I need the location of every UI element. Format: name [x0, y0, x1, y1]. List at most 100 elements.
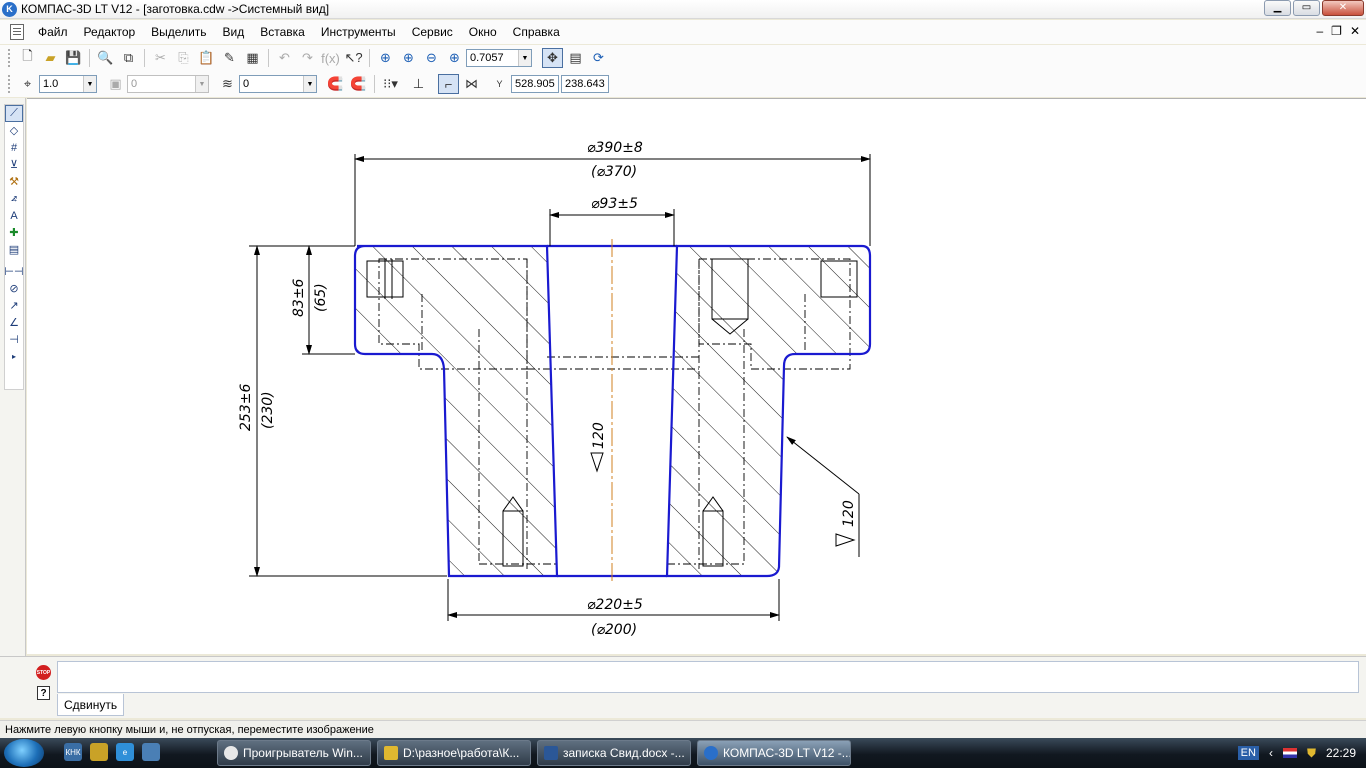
menu-edit[interactable]: Редактор: [76, 25, 144, 39]
radial-dim-icon[interactable]: ↗: [5, 297, 23, 314]
task-media-player[interactable]: Проигрыватель Win...: [217, 740, 371, 766]
view-icon[interactable]: ▤: [565, 48, 586, 68]
toolbar-grip[interactable]: [8, 75, 12, 93]
task-word[interactable]: записка Свид.docx -...: [537, 740, 691, 766]
grid-icon[interactable]: ⁝⁝▾: [380, 74, 401, 94]
reports-tool-icon[interactable]: ▤: [5, 241, 23, 258]
copy-icon[interactable]: ⎘: [173, 48, 194, 68]
geometry-tool-icon[interactable]: ⟋: [5, 105, 23, 122]
dim-bore: ⌀93±5: [591, 196, 638, 212]
linear-dim-icon[interactable]: ⊢⊣: [4, 263, 23, 280]
maximize-button[interactable]: ▭: [1293, 0, 1320, 16]
coord-x-field[interactable]: 528.905: [511, 75, 559, 93]
ie-quick-icon[interactable]: e: [116, 743, 134, 761]
menu-service[interactable]: Сервис: [404, 25, 461, 39]
parametric-icon[interactable]: ⋈: [461, 74, 482, 94]
coord-y-field[interactable]: 238.643: [561, 75, 609, 93]
doc-minimize-icon[interactable]: –: [1316, 24, 1323, 38]
close-button[interactable]: ✕: [1322, 0, 1364, 16]
language-indicator[interactable]: EN: [1237, 746, 1259, 760]
leader-dim-icon[interactable]: ⊣: [5, 331, 23, 348]
help-icon[interactable]: ?: [37, 686, 50, 700]
pan-icon[interactable]: ✥: [542, 48, 563, 68]
minimize-button[interactable]: ▁: [1264, 0, 1291, 16]
explorer-quick-icon[interactable]: [90, 743, 108, 761]
dim-flange-height-ref: (65): [313, 283, 329, 312]
menu-file[interactable]: Файл: [30, 25, 76, 39]
save-icon[interactable]: 💾: [63, 48, 84, 68]
task-explorer[interactable]: D:\разное\работа\К...: [377, 740, 531, 766]
style-icon[interactable]: ≋: [217, 74, 238, 94]
expand-icon[interactable]: ▸: [5, 348, 23, 365]
doc-restore-icon[interactable]: ❐: [1331, 24, 1342, 38]
diameter-dim-icon[interactable]: ⊘: [5, 280, 23, 297]
menu-help[interactable]: Справка: [505, 25, 568, 39]
format-icon[interactable]: ✎: [219, 48, 240, 68]
zoom-scale-icon[interactable]: ⊕: [444, 48, 465, 68]
selection-tool-icon[interactable]: A: [5, 207, 23, 224]
measure-tool-icon[interactable]: ⦨: [5, 190, 23, 207]
angular-dim-icon[interactable]: ∠: [5, 314, 23, 331]
layer-icon[interactable]: ▣: [105, 74, 126, 94]
function-icon[interactable]: f(x): [320, 48, 341, 68]
chevron-down-icon[interactable]: ▼: [518, 50, 531, 66]
undo-icon[interactable]: ↶: [274, 48, 295, 68]
stop-icon[interactable]: STOP: [36, 665, 51, 680]
menu-insert[interactable]: Вставка: [252, 25, 313, 39]
shield-icon[interactable]: ⛊: [1307, 746, 1316, 761]
chevron-down-icon[interactable]: ▼: [83, 76, 96, 92]
flag-icon[interactable]: [1282, 748, 1297, 758]
style-combo[interactable]: 0 ▼: [239, 75, 317, 93]
document-icon[interactable]: [10, 24, 24, 40]
doc-close-icon[interactable]: ✕: [1350, 24, 1360, 38]
step-cursor-icon[interactable]: ⌖: [17, 74, 38, 94]
zoom-out-icon[interactable]: ⊖: [421, 48, 442, 68]
ortho-mode-icon[interactable]: ⌐: [438, 74, 459, 94]
step-combo[interactable]: 1.0 ▼: [39, 75, 97, 93]
menu-window[interactable]: Окно: [461, 25, 505, 39]
zoom-window-icon[interactable]: ⊕: [375, 48, 396, 68]
stop-label: STOP: [36, 669, 51, 676]
standard-toolbar: 🗋 ▰ 💾 🔍 ⧉ ✂ ⎘ 📋 ✎ ▦ ↶ ↷ f(x) ↖? ⊕ ⊕ ⊖ ⊕ …: [0, 45, 1366, 71]
paste-icon[interactable]: 📋: [196, 48, 217, 68]
snap-magnet-icon[interactable]: 🧲: [325, 74, 346, 94]
edit-tool-icon[interactable]: ⊻: [5, 156, 23, 173]
table-icon[interactable]: ▦: [242, 48, 263, 68]
properties-icon[interactable]: ⧉: [118, 48, 139, 68]
drawing-svg[interactable]: ⌀390±8 (⌀370) ⌀93±5 83±6 (65) 253±6 (230…: [27, 99, 1366, 655]
dimensions-tool-icon[interactable]: ◇: [5, 122, 23, 139]
snap-local-icon[interactable]: 🧲: [348, 74, 369, 94]
start-button[interactable]: [4, 739, 44, 767]
drawing-canvas[interactable]: ⌀390±8 (⌀370) ⌀93±5 83±6 (65) 253±6 (230…: [27, 98, 1366, 654]
tray-expand-icon[interactable]: ‹: [1269, 746, 1273, 760]
kompas-quick-icon[interactable]: КНК: [64, 743, 82, 761]
pan-command-tab[interactable]: Сдвинуть: [57, 694, 125, 716]
dim-total-height: 253±6: [238, 384, 254, 431]
chevron-down-icon[interactable]: ▼: [303, 76, 316, 92]
toolbar-grip[interactable]: [8, 49, 12, 67]
zoom-combo[interactable]: 0.7057 ▼: [466, 49, 532, 67]
toolbar-separator: [89, 49, 90, 67]
preview-icon[interactable]: 🔍: [95, 48, 116, 68]
zoom-in-icon[interactable]: ⊕: [398, 48, 419, 68]
clock[interactable]: 22:29: [1326, 746, 1356, 760]
desktop-quick-icon[interactable]: [142, 743, 160, 761]
layer-combo[interactable]: 0 ▼: [127, 75, 209, 93]
task-kompas[interactable]: КОМПАС-3D LT V12 -...: [697, 740, 851, 766]
new-icon[interactable]: 🗋: [17, 48, 38, 68]
ortho-axes-icon[interactable]: ⊥: [408, 74, 429, 94]
refresh-icon[interactable]: ⟳: [588, 48, 609, 68]
coordinates-icon[interactable]: Y: [489, 74, 510, 94]
cut-icon[interactable]: ✂: [150, 48, 171, 68]
help-pointer-icon[interactable]: ↖?: [343, 48, 364, 68]
open-icon[interactable]: ▰: [40, 48, 61, 68]
spec-tool-icon[interactable]: ✚: [5, 224, 23, 241]
menu-view[interactable]: Вид: [215, 25, 253, 39]
designations-tool-icon[interactable]: #: [5, 139, 23, 156]
parametrization-tool-icon[interactable]: ⚒: [5, 173, 23, 190]
redo-icon[interactable]: ↷: [297, 48, 318, 68]
window-controls: ▁ ▭ ✕: [1264, 0, 1364, 16]
menu-select[interactable]: Выделить: [143, 25, 214, 39]
chevron-down-icon[interactable]: ▼: [195, 76, 208, 92]
menu-tools[interactable]: Инструменты: [313, 25, 404, 39]
